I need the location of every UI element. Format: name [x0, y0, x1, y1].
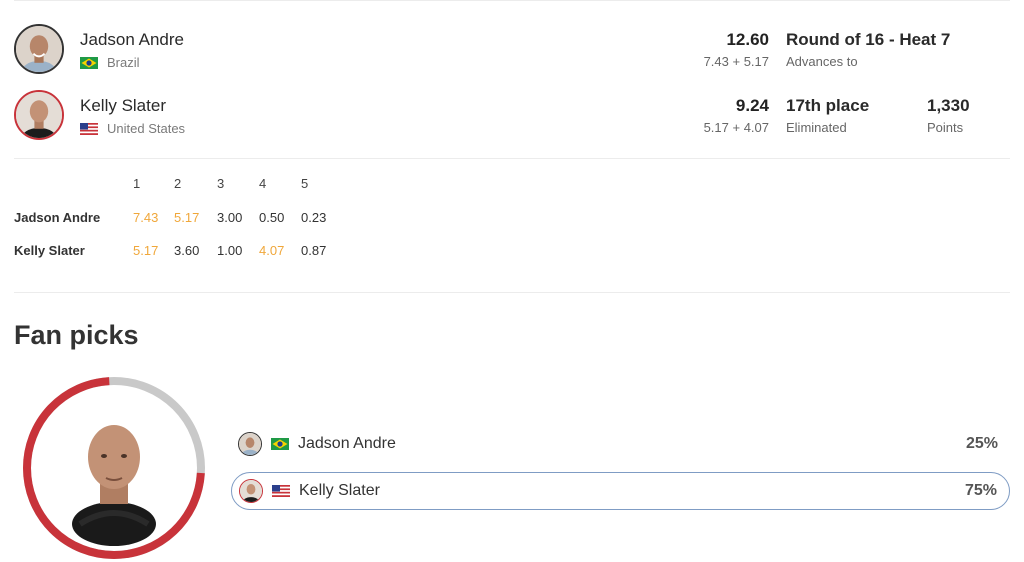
usa-flag-icon: [80, 122, 98, 135]
points-value: 1,330: [927, 96, 970, 115]
result-next-heat[interactable]: Round of 16 - Heat 7: [786, 30, 950, 50]
wave-score: 5.17: [174, 210, 200, 225]
divider: [14, 292, 1010, 293]
fan-picks-title: Fan picks: [14, 320, 139, 350]
wave-score: 3.00: [217, 210, 243, 225]
person-icon: [16, 26, 62, 72]
result-status: Eliminated: [786, 120, 847, 135]
wave-score: 5.17: [133, 243, 159, 258]
wave-score: 0.50: [259, 210, 285, 225]
divider: [14, 158, 1010, 159]
athlete-name: Jadson Andre: [80, 30, 184, 49]
pick-name: Jadson Andre: [298, 435, 396, 452]
wave-row-name: Kelly Slater: [14, 243, 85, 258]
result-placing: 17th place: [786, 96, 870, 115]
person-icon: [239, 433, 261, 455]
wave-score: 1.00: [217, 243, 243, 258]
avatar-kelly-slater: [14, 90, 64, 140]
avatar-jadson-andre: [14, 24, 64, 74]
athlete-country: Brazil: [80, 55, 140, 70]
wave-row-name: Jadson Andre: [14, 210, 101, 225]
person-icon: [240, 480, 262, 502]
heat-breakdown: 7.43 + 5.17: [703, 54, 769, 69]
heat-total: 9.24: [735, 96, 769, 115]
wave-score: 3.60: [174, 243, 200, 258]
wave-score: 0.87: [301, 243, 327, 258]
wave-header: 2: [174, 176, 182, 191]
person-icon: [16, 92, 62, 138]
avatar-jadson-andre: [238, 432, 262, 456]
athlete-country-label: Brazil: [107, 55, 140, 70]
brazil-flag-icon: [80, 56, 98, 69]
usa-flag-icon: [272, 485, 290, 497]
points-label: Points: [927, 120, 964, 135]
heat-breakdown: 5.17 + 4.07: [703, 120, 769, 135]
brazil-flag-icon: [271, 438, 289, 450]
pick-name: Kelly Slater: [299, 482, 380, 499]
result-status: Advances to: [786, 54, 858, 69]
athlete-row-jadson-andre[interactable]: Jadson Andre Brazil 12.60 7.43 + 5.17 Ro…: [14, 24, 1010, 76]
wave-header: 4: [259, 176, 267, 191]
wave-header: 5: [301, 176, 309, 191]
wave-score: 7.43: [133, 210, 159, 225]
fan-picks-donut: [20, 374, 208, 562]
wave-header: 3: [217, 176, 225, 191]
pick-percent: 25%: [965, 435, 998, 452]
athlete-country-label: United States: [107, 121, 186, 136]
wave-score: 0.23: [301, 210, 327, 225]
fan-pick-kelly-slater[interactable]: Kelly Slater 75%: [231, 472, 1010, 510]
athlete-country: United States: [80, 121, 185, 136]
heat-total: 12.60: [726, 30, 769, 49]
athlete-row-kelly-slater[interactable]: Kelly Slater United States 9.24 5.17 + 4…: [14, 90, 1010, 142]
pick-percent: 75%: [964, 482, 997, 499]
wave-header: 1: [133, 176, 141, 191]
avatar-kelly-slater: [239, 479, 263, 503]
fan-pick-jadson-andre[interactable]: Jadson Andre 25%: [231, 426, 1010, 464]
wave-score: 4.07: [259, 243, 285, 258]
top-divider: [14, 0, 1010, 1]
athlete-name: Kelly Slater: [80, 96, 166, 115]
